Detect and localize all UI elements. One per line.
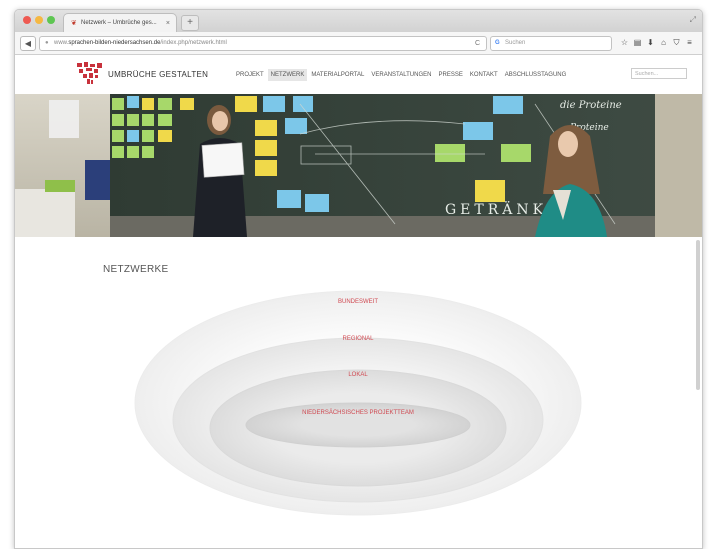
shield-icon[interactable]: ⛉ (670, 36, 683, 49)
main-menu: PROJEKT NETZWERK MATERIALPORTAL VERANSTALTU… (233, 69, 570, 81)
browser-search-placeholder: Suchen (505, 40, 526, 46)
menu-icon[interactable]: ≡ (683, 36, 696, 49)
nav-netzwerk[interactable]: NETZWERK (267, 69, 308, 81)
site-header: UMBRÜCHE GESTALTEN PROJEKT NETZWERK MATERI… (15, 55, 702, 94)
close-window-icon[interactable] (23, 16, 31, 24)
nav-kontakt[interactable]: KONTAKT (467, 69, 501, 81)
minimize-window-icon[interactable] (35, 16, 43, 24)
browser-window: ❦ Netzwerk – Umbrüche ges... × + ⤢ ◀ ● w… (14, 9, 703, 549)
hero-photo: die Proteine Proteine GETRÄNKE (15, 94, 702, 237)
page-title: NETZWERKE (103, 264, 169, 275)
nav-projekt[interactable]: PROJEKT (233, 69, 267, 81)
level-label-lokal: LOKAL (348, 372, 368, 378)
site-logo-icon[interactable] (75, 61, 105, 85)
page-scrollbar[interactable] (696, 240, 700, 390)
home-icon[interactable]: ⌂ (657, 36, 670, 49)
network-rings-diagram (134, 290, 582, 516)
new-tab-button[interactable]: + (181, 15, 199, 31)
download-icon[interactable]: ⬇ (644, 36, 657, 49)
nav-presse[interactable]: PRESSE (435, 69, 465, 81)
nav-veranstaltungen[interactable]: VERANSTALTUNGEN (368, 69, 434, 81)
board-text-proteine-1: die Proteine (560, 100, 622, 111)
tab-close-icon[interactable]: × (166, 14, 170, 33)
site-brand[interactable]: UMBRÜCHE GESTALTEN (108, 70, 208, 79)
level-label-projektteam: NIEDERSÄCHSISCHES PROJEKTTEAM (302, 410, 414, 416)
star-icon[interactable]: ☆ (618, 36, 631, 49)
toolbar-icons: ☆ ▤ ⬇ ⌂ ⛉ ≡ (618, 36, 696, 49)
tab-strip: ❦ Netzwerk – Umbrüche ges... × + ⤢ (15, 10, 702, 33)
search-engine-icon: G (495, 40, 500, 46)
level-label-regional: REGIONAL (342, 336, 374, 342)
address-bar[interactable]: ● www.sprachen-bilden-niedersachsen.de/i… (39, 36, 487, 51)
zoom-window-icon[interactable] (47, 16, 55, 24)
clipboard-icon[interactable]: ▤ (631, 36, 644, 49)
tab-title: Netzwerk – Umbrüche ges... (81, 20, 157, 26)
url-text: www.sprachen-bilden-niedersachsen.de/ind… (54, 40, 227, 46)
fullscreen-icon[interactable]: ⤢ (690, 15, 696, 25)
page-info-icon[interactable]: ● (45, 37, 49, 50)
reload-icon[interactable]: C (475, 37, 480, 50)
tab-netzwerk[interactable]: ❦ Netzwerk – Umbrüche ges... × (63, 13, 177, 33)
nav-abschlusstagung[interactable]: ABSCHLUSSTAGUNG (502, 69, 570, 81)
nav-materialportal[interactable]: MATERIALPORTAL (308, 69, 367, 81)
back-button[interactable]: ◀ (20, 36, 36, 51)
level-label-bundesweit: BUNDESWEIT (337, 299, 378, 305)
navigation-bar: ◀ ● www.sprachen-bilden-niedersachsen.de… (15, 32, 702, 55)
site-favicon-icon: ❦ (71, 20, 77, 27)
site-search-input[interactable]: Suchen... (631, 68, 687, 79)
browser-search-box[interactable]: G Suchen (490, 36, 612, 51)
classroom-photo: die Proteine Proteine GETRÄNKE (15, 94, 702, 237)
